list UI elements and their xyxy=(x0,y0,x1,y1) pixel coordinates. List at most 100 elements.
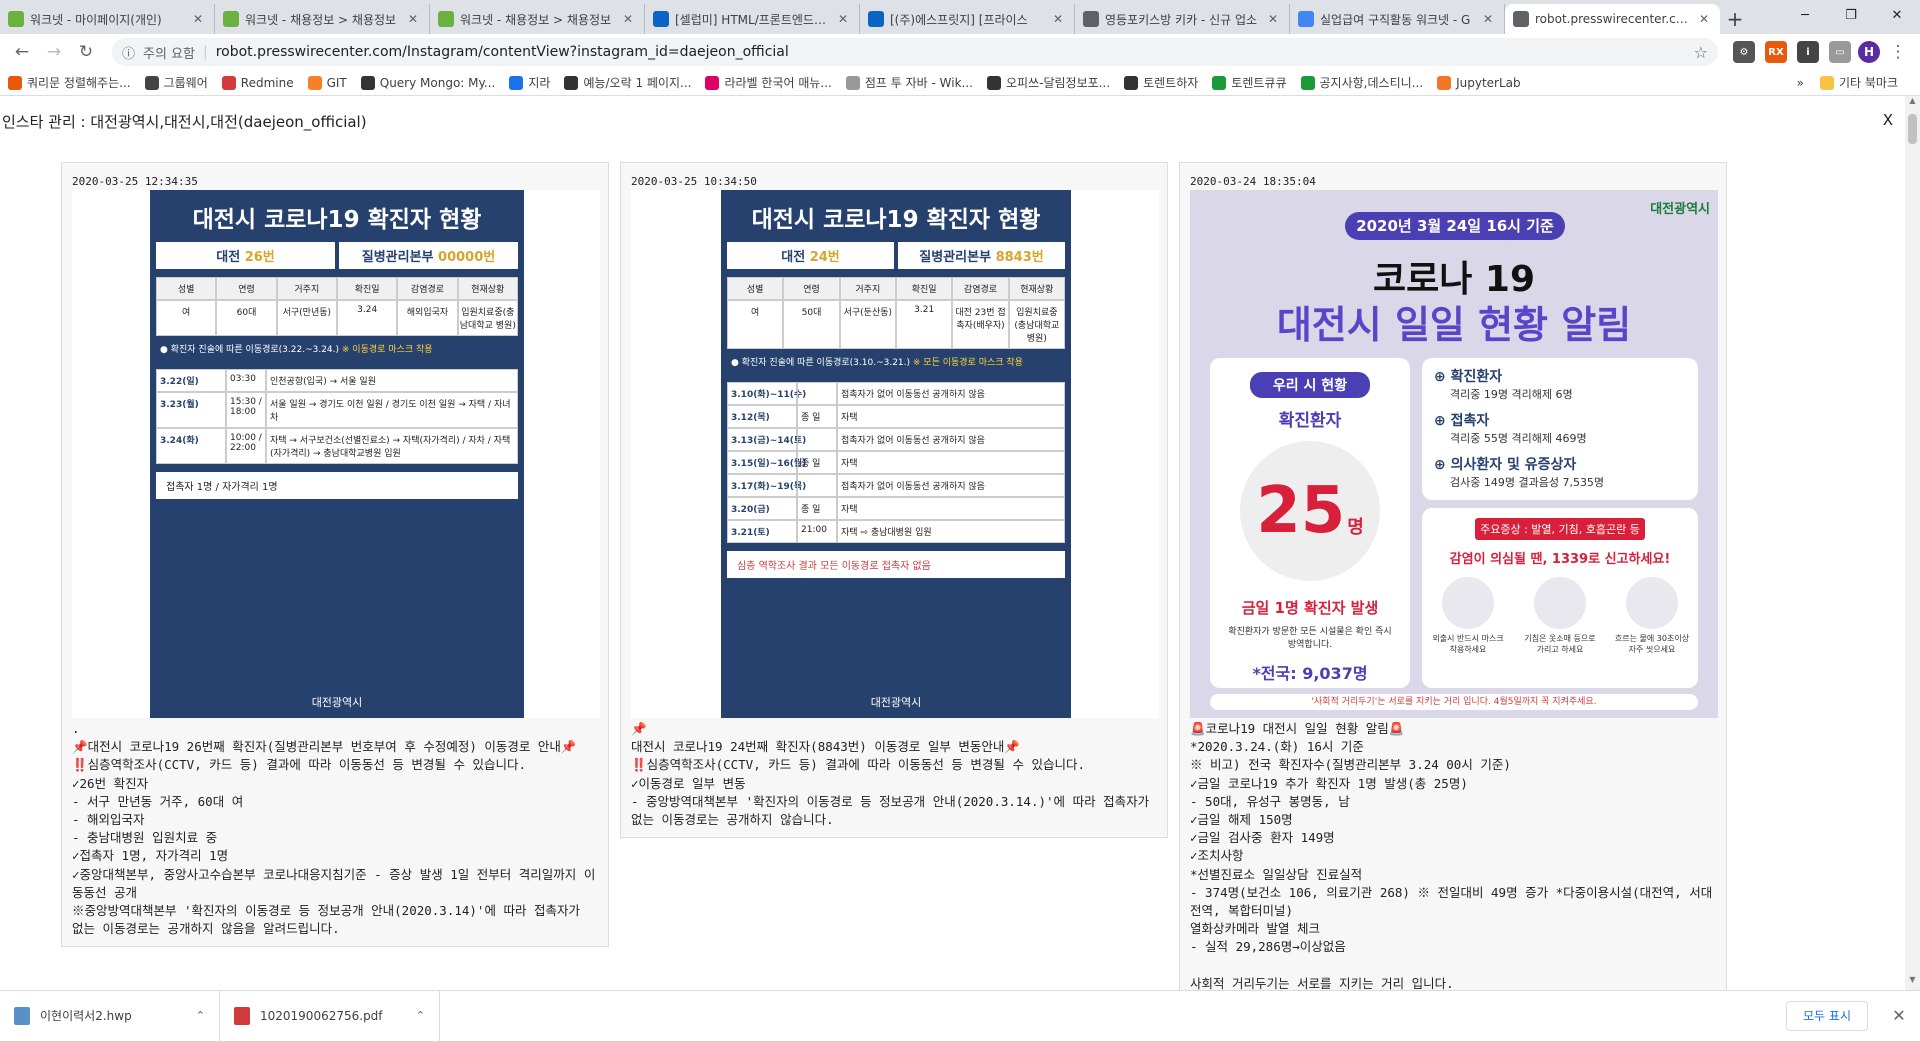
table-header-cell: 연령 xyxy=(783,277,840,300)
browser-tab[interactable]: 워크넷 - 채용정보 > 채용정보 ✕ xyxy=(215,4,430,34)
bookmark-star-icon[interactable]: ☆ xyxy=(1694,43,1708,62)
route-date: 3.15(일)~16(월) xyxy=(727,451,806,474)
bookmark-item[interactable]: JupyterLab xyxy=(1437,75,1521,90)
minimize-icon[interactable]: ─ xyxy=(1782,0,1828,30)
download-filename: 이현이력서2.hwp xyxy=(40,1009,132,1023)
other-bookmarks[interactable]: 기타 북마크 xyxy=(1819,74,1898,91)
tab-close-icon[interactable]: ✕ xyxy=(835,12,851,26)
today-new-cases: 금일 1명 확진자 발생 xyxy=(1241,599,1379,617)
download-item[interactable]: 1020190062756.pdf ⌃ xyxy=(220,990,440,1041)
poster-footer-logo: 대전광역시 xyxy=(311,696,363,709)
back-icon[interactable]: ← xyxy=(8,38,36,66)
bookmark-item[interactable]: 공지사항,데스티니... xyxy=(1300,74,1423,91)
browser-tab[interactable]: [(주)에스프릿지] [프라이스 ✕ xyxy=(860,4,1075,34)
forward-icon[interactable]: → xyxy=(40,38,68,66)
tab-close-icon[interactable]: ✕ xyxy=(1050,12,1066,26)
bookmark-label: 그룹웨어 xyxy=(163,76,208,90)
menu-icon[interactable]: ⋮ xyxy=(1884,38,1912,66)
bookmark-item[interactable]: Query Mongo: My... xyxy=(360,75,495,90)
info-icon[interactable]: ⓘ xyxy=(122,43,135,62)
url-text[interactable]: robot.presswirecenter.com/Instagram/cont… xyxy=(216,44,1686,60)
browser-tab[interactable]: 실업급여 구직활동 워크넷 - G ✕ xyxy=(1290,4,1505,34)
browser-tab[interactable]: [셀럽미] HTML/프론트엔드 개발자 ✕ xyxy=(645,4,860,34)
bookmark-item[interactable]: GIT xyxy=(307,75,347,90)
stat-item: ⊕ 확진환자 격리중 19명 격리해제 6명 xyxy=(1434,366,1686,402)
bookmark-item[interactable]: 점프 투 자바 - Wik... xyxy=(845,74,973,91)
scroll-up-icon[interactable]: ▲ xyxy=(1905,96,1920,111)
window-close-icon[interactable]: ✕ xyxy=(1874,0,1920,30)
table-header-cell: 연령 xyxy=(216,277,277,300)
browser-tab[interactable]: 워크넷 - 채용정보 > 채용정보 ✕ xyxy=(430,4,645,34)
tab-close-icon[interactable]: ✕ xyxy=(1480,12,1496,26)
bookmark-item[interactable]: 그룹웨어 xyxy=(144,74,208,91)
bookmark-item[interactable]: 토렌트큐큐 xyxy=(1212,74,1287,91)
bookmark-favicon-icon xyxy=(1437,75,1452,90)
other-bookmarks-label: 기타 북마크 xyxy=(1838,76,1898,90)
date-badge: 2020년 3월 24일 16시 기준 xyxy=(1345,212,1565,240)
route-desc: 접촉자가 없어 이동동선 공개하지 않음 xyxy=(837,382,1065,405)
post-image[interactable]: 대전시 코로나19 확진자 현황 대전 24번 질병관리본부 8843번 성별 연… xyxy=(631,190,1159,718)
profile-avatar[interactable]: H xyxy=(1858,41,1880,63)
table-header-cell: 확진일 xyxy=(895,277,953,300)
bookmark-item[interactable]: 예능/오락 1 페이지... xyxy=(564,74,691,91)
stat-detail: 격리중 19명 격리해제 6명 xyxy=(1450,388,1573,401)
tab-close-icon[interactable]: ✕ xyxy=(1265,12,1281,26)
bookmark-label: 지라 xyxy=(528,76,551,90)
close-button[interactable]: X xyxy=(1883,111,1893,129)
tab-title: [(주)에스프릿지] [프라이스 xyxy=(890,12,1028,27)
reload-icon[interactable]: ↻ xyxy=(72,38,100,66)
post-date: 2020-03-25 12:34:35 xyxy=(72,175,198,188)
download-options-icon[interactable]: ⌃ xyxy=(196,1009,205,1022)
download-options-icon[interactable]: ⌃ xyxy=(416,1009,425,1022)
extension-icon[interactable]: ▭ xyxy=(1829,41,1851,63)
bookmarks-bar: 쿼리문 정렬해주는... 그룹웨어 Redmine GIT Query Mongo: M… xyxy=(0,70,1920,96)
restore-icon[interactable]: ❐ xyxy=(1828,0,1874,30)
scroll-down-icon[interactable]: ▼ xyxy=(1905,975,1920,990)
bookmarks-overflow-icon[interactable]: » xyxy=(1797,76,1804,90)
scroll-thumb[interactable] xyxy=(1908,114,1917,144)
bookmark-label: 라라벨 한국어 매뉴... xyxy=(724,76,832,90)
tab-close-icon[interactable]: ✕ xyxy=(190,12,206,26)
stat-label: ⊕ 접촉자 xyxy=(1434,413,1490,429)
route-time: 종 일 xyxy=(797,497,837,520)
table-cell: 입원치료중(충남대학교 병원) xyxy=(1008,300,1065,349)
bookmark-item[interactable]: Redmine xyxy=(221,75,294,90)
tab-close-icon[interactable]: ✕ xyxy=(1696,12,1712,26)
new-tab-icon[interactable]: + xyxy=(1720,4,1750,34)
bookmark-item[interactable]: 쿼리문 정렬해주는... xyxy=(8,74,131,91)
table-cell: 50대 xyxy=(783,300,840,349)
show-all-downloads-button[interactable]: 모두 표시 xyxy=(1786,1000,1868,1031)
close-download-bar-icon[interactable]: ✕ xyxy=(1884,1006,1914,1025)
worknet-icon xyxy=(223,11,239,27)
browser-tab[interactable]: 워크넷 - 마이페이지(개인) ✕ xyxy=(0,4,215,34)
extension-icon[interactable]: RX xyxy=(1765,41,1787,63)
extension-icon[interactable]: i xyxy=(1797,41,1819,63)
browser-tab[interactable]: robot.presswirecenter.com ✕ xyxy=(1505,4,1720,34)
address-bar[interactable]: ⓘ 주의 요함 | robot.presswirecenter.com/Inst… xyxy=(112,38,1718,66)
bookmark-item[interactable]: 라라벨 한국어 매뉴... xyxy=(705,74,832,91)
pdf-file-icon xyxy=(234,1006,250,1025)
bookmark-item[interactable]: 토렌트하자 xyxy=(1124,74,1198,91)
download-item[interactable]: 이현이력서2.hwp ⌃ xyxy=(0,990,220,1041)
page-scrollbar[interactable]: ▲ ▼ xyxy=(1905,96,1920,990)
bookmark-item[interactable]: 지라 xyxy=(509,74,550,91)
post-image[interactable]: 대전광역시 2020년 3월 24일 16시 기준 코로나 19 대전시 일일 … xyxy=(1190,190,1718,718)
post-image[interactable]: 대전시 코로나19 확진자 현황 대전 26번 질병관리본부 00000번 성별… xyxy=(72,190,600,718)
city-status-panel: 우리 시 현황 확진환자 25 명 금일 1명 확진자 발생 확진환자가 방문한… xyxy=(1210,358,1410,688)
route-table: 3.22(일) 03:30 인천공항(입국) → 서울 일원 3.23(월) 15:30… xyxy=(156,369,518,464)
route-date: 3.17(화)~19(목) xyxy=(727,474,806,497)
tab-close-icon[interactable]: ✕ xyxy=(405,12,421,26)
browser-tab[interactable]: 영등포키스방 키카 - 신규 업소 ✕ xyxy=(1075,4,1290,34)
post-date: 2020-03-24 18:35:04 xyxy=(1190,175,1316,188)
tab-close-icon[interactable]: ✕ xyxy=(620,12,636,26)
table-header-cell: 성별 xyxy=(727,277,784,300)
route-desc: 자택 xyxy=(837,405,1065,428)
table-header-cell: 현재상황 xyxy=(1008,277,1065,300)
post-card: 2020-03-24 18:35:04 대전광역시 2020년 3월 24일 1… xyxy=(1179,162,1727,990)
bookmark-item[interactable]: 오피쓰-달림정보포... xyxy=(987,74,1110,91)
covid-route-poster: 대전시 코로나19 확진자 현황 대전 26번 질병관리본부 00000번 성별… xyxy=(150,190,524,718)
table-header-cell: 거주지 xyxy=(276,277,337,300)
route-row: 3.23(월) 15:30 / 18:00 서울 일원 → 경기도 이천 일원 / … xyxy=(156,392,518,428)
extension-gear-icon[interactable]: ⚙ xyxy=(1733,41,1755,63)
route-row: 3.24(화) 10:00 / 22:00 자택 → 서구보건소(선별진료소) → … xyxy=(156,428,518,464)
